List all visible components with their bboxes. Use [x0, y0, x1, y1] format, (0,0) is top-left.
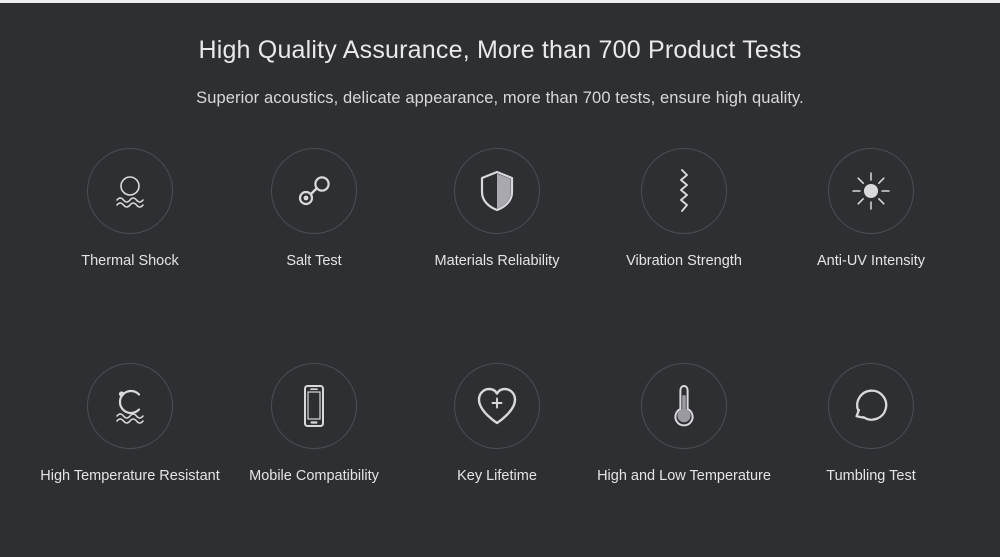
vibration-wave-icon	[641, 148, 727, 234]
feature-row-1: Thermal Shock Salt Test Materials Reliab…	[0, 148, 1000, 288]
thermal-shock-icon	[87, 148, 173, 234]
shield-icon	[454, 148, 540, 234]
top-edge-strip	[0, 0, 1000, 3]
heart-plus-icon	[454, 363, 540, 449]
feature-item-tumbling-test: Tumbling Test	[771, 363, 971, 503]
feature-label: Anti-UV Intensity	[817, 253, 925, 269]
rotation-arrow-icon	[828, 363, 914, 449]
thermometer-icon	[641, 363, 727, 449]
feature-label: Tumbling Test	[826, 468, 916, 484]
feature-row-2: High Temperature Resistant Mobile Compat…	[0, 363, 1000, 503]
sun-uv-icon	[828, 148, 914, 234]
salt-molecule-icon	[271, 148, 357, 234]
page-title: High Quality Assurance, More than 700 Pr…	[198, 36, 802, 64]
page-subtitle: Superior acoustics, delicate appearance,…	[196, 89, 804, 107]
smartphone-icon	[271, 363, 357, 449]
quality-assurance-banner: High Quality Assurance, More than 700 Pr…	[0, 0, 1000, 557]
feature-item-anti-uv-intensity: Anti-UV Intensity	[771, 148, 971, 288]
celsius-wave-icon	[87, 363, 173, 449]
